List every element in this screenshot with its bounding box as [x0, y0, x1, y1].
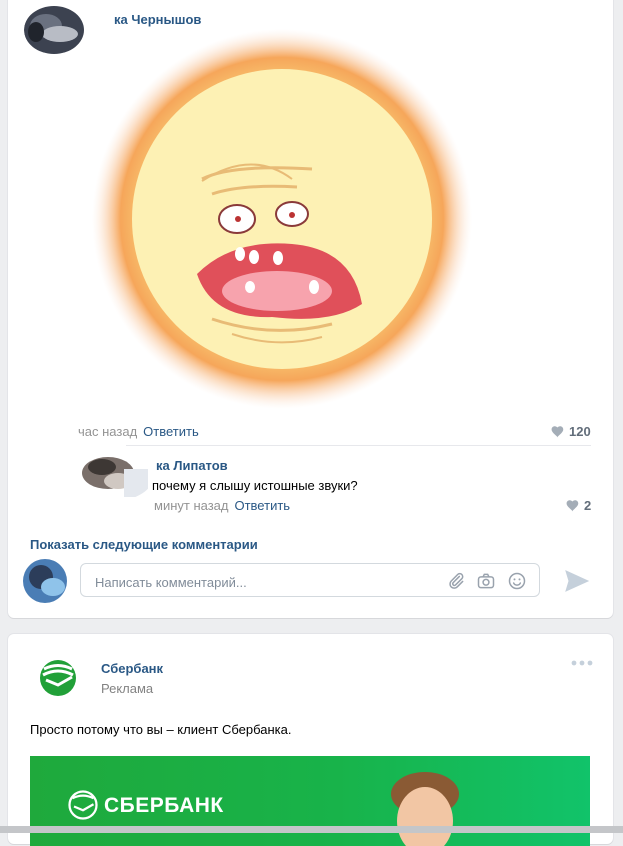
reply-meta: минут назад Ответить — [154, 498, 290, 513]
comment-input[interactable] — [93, 572, 437, 592]
post-image[interactable] — [82, 29, 482, 409]
heart-icon — [566, 500, 579, 512]
author-avatar[interactable] — [24, 4, 88, 56]
reply-avatar[interactable] — [74, 449, 154, 501]
reply-link[interactable]: Ответить — [143, 424, 199, 439]
likes-count: 120 — [569, 424, 591, 439]
more-dots-icon[interactable] — [571, 658, 593, 668]
paperclip-icon[interactable] — [446, 571, 466, 591]
smile-icon[interactable] — [507, 571, 527, 591]
comment-meta: час назад Ответить — [78, 424, 199, 439]
ad-label: Реклама — [101, 681, 154, 696]
heart-icon — [551, 426, 564, 438]
show-more-comments[interactable]: Показать следующие комментарии — [30, 537, 258, 552]
reply-author-name[interactable]: ка Липатов — [156, 458, 228, 473]
ad-text: Просто потому что вы – клиент Сбербанка. — [30, 722, 292, 737]
ad-post-card: Сбербанк Реклама Просто потому что вы – … — [8, 634, 613, 846]
banner-brand-text: СБЕРБАНК — [104, 794, 224, 817]
reply-likes[interactable]: 2 — [566, 498, 591, 513]
my-avatar[interactable] — [21, 557, 73, 605]
post-author-name[interactable]: ка Чернышов — [114, 12, 201, 27]
comment-input-box[interactable] — [80, 563, 540, 597]
reply-text: почему я слышу истошные звуки? — [152, 478, 358, 493]
banner-person-photo — [391, 772, 459, 846]
comment-time[interactable]: час назад — [78, 424, 137, 439]
ad-brand-name[interactable]: Сбербанк — [101, 661, 163, 676]
reply-time[interactable]: минут назад — [154, 498, 228, 513]
likes-count: 2 — [584, 498, 592, 513]
sberbank-logo[interactable] — [38, 658, 78, 698]
camera-icon[interactable] — [476, 571, 496, 591]
comment-likes[interactable]: 120 — [551, 424, 591, 439]
bottom-scroll-bar — [0, 826, 623, 833]
reply-divider — [126, 445, 591, 446]
send-icon[interactable] — [564, 569, 590, 593]
reply-reply-link[interactable]: Ответить — [234, 498, 290, 513]
post-card: ка Чернышов час назад Ответить 120 ка Ли… — [8, 0, 613, 618]
sberbank-banner-logo — [68, 790, 98, 820]
